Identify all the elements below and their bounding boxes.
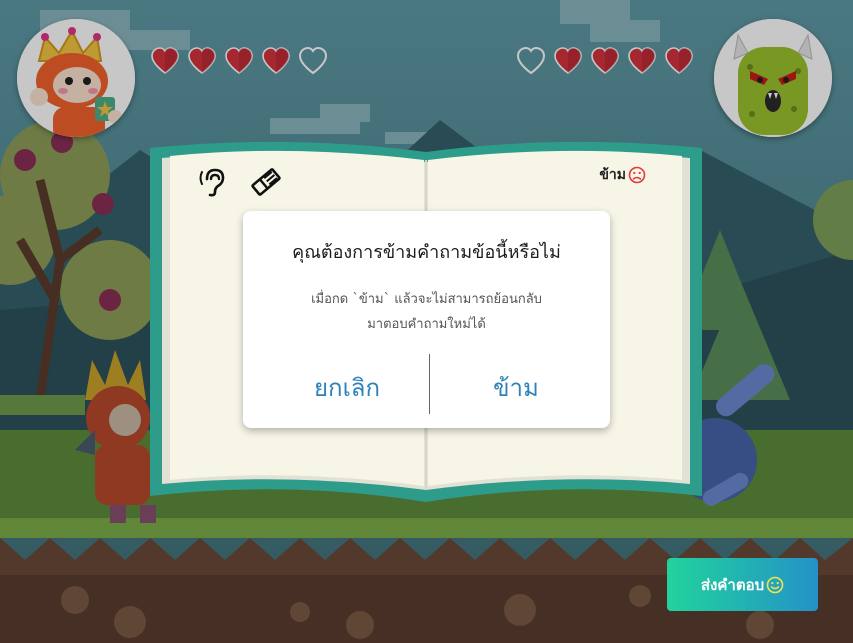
sad-face-icon	[628, 166, 646, 184]
dialog-message-line-1: เมื่อกด `ข้าม` แล้วจะไม่สามารถย้อนกลับ	[311, 292, 542, 307]
button-divider	[429, 354, 430, 414]
dialog-message: เมื่อกด `ข้าม` แล้วจะไม่สามารถย้อนกลับ ม…	[283, 287, 570, 337]
skip-confirm-dialog: คุณต้องการข้ามคำถามข้อนี้หรือไม่ เมื่อกด…	[243, 211, 610, 428]
dialog-title: คุณต้องการข้ามคำถามข้อนี้หรือไม่	[292, 242, 561, 263]
dialog-message-line-2: มาตอบคำถามใหม่ได้	[367, 317, 486, 332]
cancel-button[interactable]: ยกเลิก	[267, 365, 427, 409]
smile-icon	[766, 576, 784, 593]
skip-label: ข้าม	[599, 167, 626, 183]
submit-answer-button[interactable]: ส่งคำตอบ	[667, 558, 818, 611]
submit-label: ส่งคำตอบ	[700, 575, 765, 594]
confirm-skip-button[interactable]: ข้าม	[436, 365, 596, 409]
eraser-icon[interactable]	[250, 166, 282, 198]
skip-question-button[interactable]: ข้าม	[599, 164, 646, 186]
ear-icon[interactable]	[198, 166, 230, 198]
